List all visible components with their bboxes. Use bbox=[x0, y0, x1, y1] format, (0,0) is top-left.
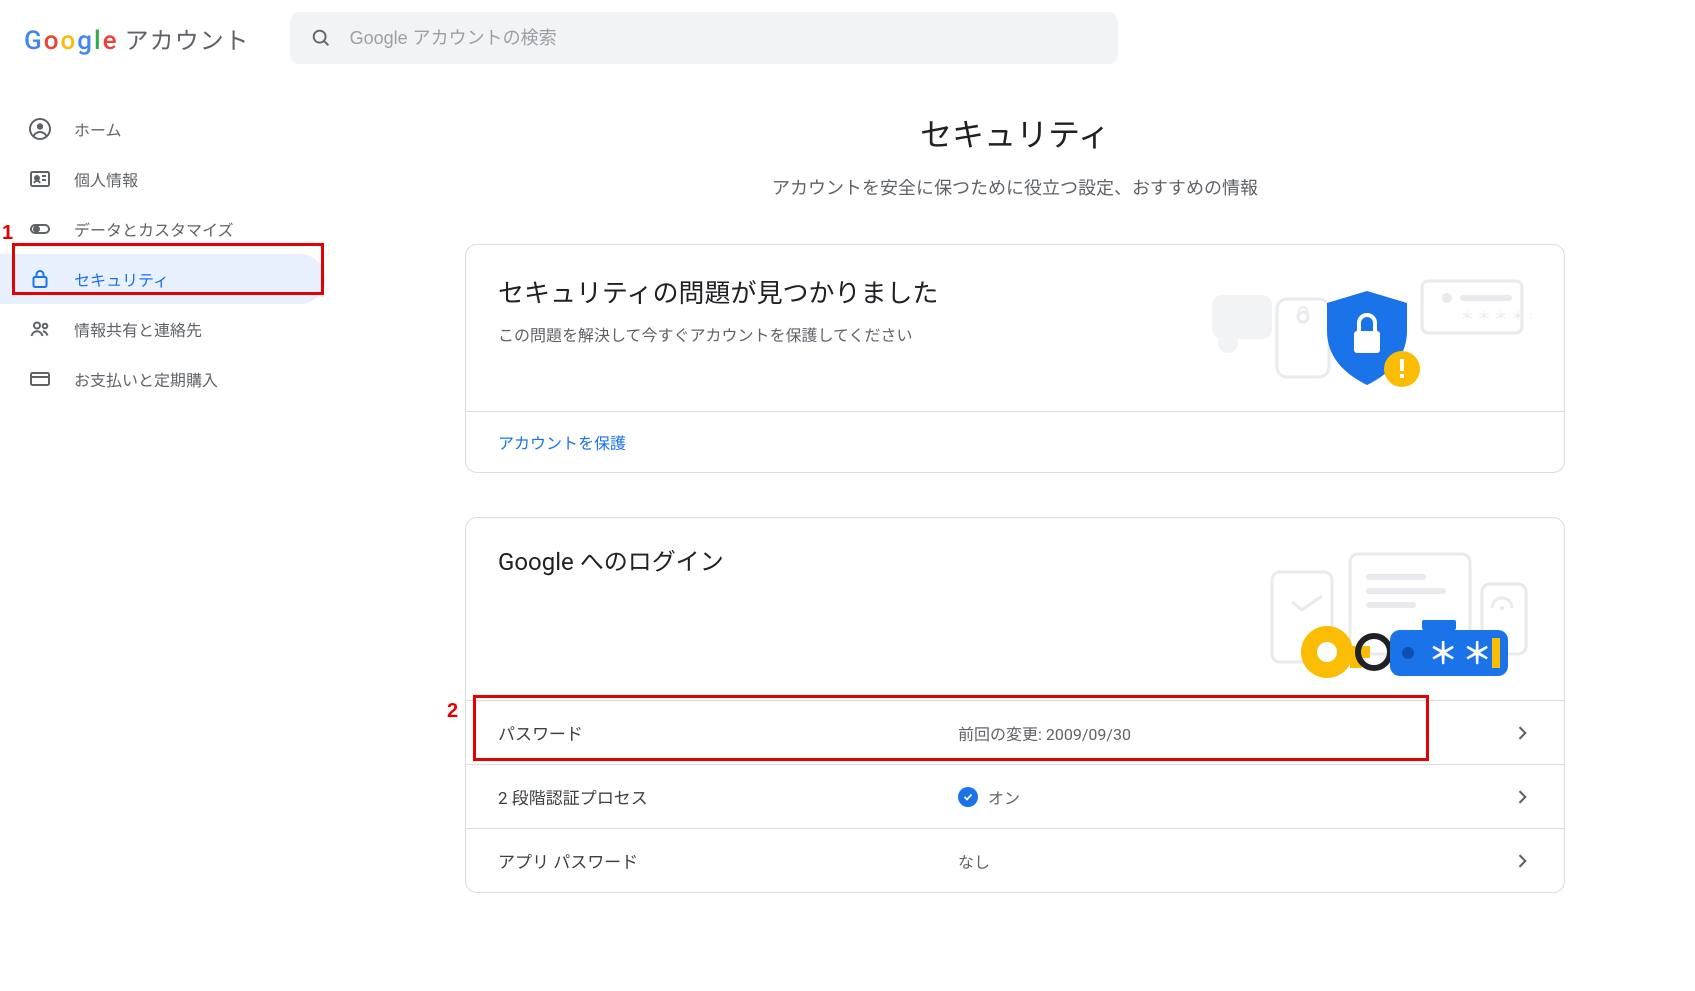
nav-label: 情報共有と連絡先 bbox=[74, 317, 202, 341]
row-app-passwords[interactable]: アプリ パスワード なし bbox=[466, 828, 1564, 892]
person-circle-icon bbox=[28, 117, 52, 141]
nav-label: セキュリティ bbox=[74, 267, 169, 291]
security-illustration: ＊＊＊＊＊ bbox=[1202, 273, 1532, 393]
id-card-icon bbox=[28, 167, 52, 191]
chevron-right-icon bbox=[1512, 851, 1532, 871]
security-issue-card: セキュリティの問題が見つかりました この問題を解決して今すぐアカウントを保護して… bbox=[465, 244, 1565, 473]
nav-payments[interactable]: お支払いと定期購入 bbox=[0, 354, 325, 404]
search-box[interactable] bbox=[290, 12, 1118, 64]
protect-account-link[interactable]: アカウントを保護 bbox=[498, 430, 626, 454]
nav-sharing[interactable]: 情報共有と連絡先 bbox=[0, 304, 325, 354]
nav-security[interactable]: セキュリティ bbox=[0, 254, 325, 304]
row-value: 前回の変更: 2009/09/30 bbox=[958, 721, 1512, 745]
annotation-number-2: 2 bbox=[447, 700, 458, 723]
card-title: セキュリティの問題が見つかりました bbox=[498, 273, 1182, 310]
main-content: セキュリティ アカウントを安全に保つために役立つ設定、おすすめの情報 セキュリテ… bbox=[325, 76, 1695, 933]
lock-icon bbox=[28, 267, 52, 291]
signin-illustration: ＊＊ bbox=[1232, 542, 1532, 692]
chevron-right-icon bbox=[1512, 723, 1532, 743]
card-title: Google へのログイン bbox=[498, 542, 1212, 692]
svg-text:＊＊＊＊＊: ＊＊＊＊＊ bbox=[1460, 309, 1532, 325]
page-title: セキュリティ bbox=[465, 110, 1565, 156]
row-label: アプリ パスワード bbox=[498, 848, 958, 873]
check-circle-icon bbox=[958, 787, 978, 807]
sidebar: ホーム 個人情報 データとカスタマイズ セキュリティ 情報共有と連絡先 お支払い… bbox=[0, 76, 325, 933]
nav-label: データとカスタマイズ bbox=[74, 217, 234, 241]
card-icon bbox=[28, 367, 52, 391]
row-password[interactable]: パスワード 前回の変更: 2009/09/30 bbox=[466, 700, 1564, 764]
row-value: なし bbox=[958, 849, 1512, 873]
google-signin-card: Google へのログイン bbox=[465, 517, 1565, 893]
row-label: パスワード bbox=[498, 720, 958, 745]
nav-label: ホーム bbox=[74, 117, 122, 141]
row-2step-verification[interactable]: 2 段階認証プロセス オン bbox=[466, 764, 1564, 828]
search-icon bbox=[310, 27, 332, 49]
row-value: オン bbox=[988, 785, 1020, 809]
search-input[interactable] bbox=[350, 28, 1098, 49]
toggle-icon bbox=[28, 217, 52, 241]
annotation-number-1: 1 bbox=[2, 222, 13, 245]
google-account-logo[interactable]: Google アカウント bbox=[24, 21, 250, 56]
page-subtitle: アカウントを安全に保つために役立つ設定、おすすめの情報 bbox=[465, 174, 1565, 200]
row-label: 2 段階認証プロセス bbox=[498, 784, 958, 809]
nav-label: 個人情報 bbox=[74, 167, 138, 191]
nav-data-customize[interactable]: データとカスタマイズ bbox=[0, 204, 325, 254]
card-desc: この問題を解決して今すぐアカウントを保護してください bbox=[498, 322, 1182, 346]
top-bar: Google アカウント bbox=[0, 0, 1695, 76]
nav-label: お支払いと定期購入 bbox=[74, 367, 218, 391]
nav-personal-info[interactable]: 個人情報 bbox=[0, 154, 325, 204]
product-label: アカウント bbox=[125, 21, 250, 56]
nav-home[interactable]: ホーム bbox=[0, 104, 325, 154]
chevron-right-icon bbox=[1512, 787, 1532, 807]
svg-text:＊＊: ＊＊ bbox=[1428, 637, 1496, 672]
people-icon bbox=[28, 317, 52, 341]
